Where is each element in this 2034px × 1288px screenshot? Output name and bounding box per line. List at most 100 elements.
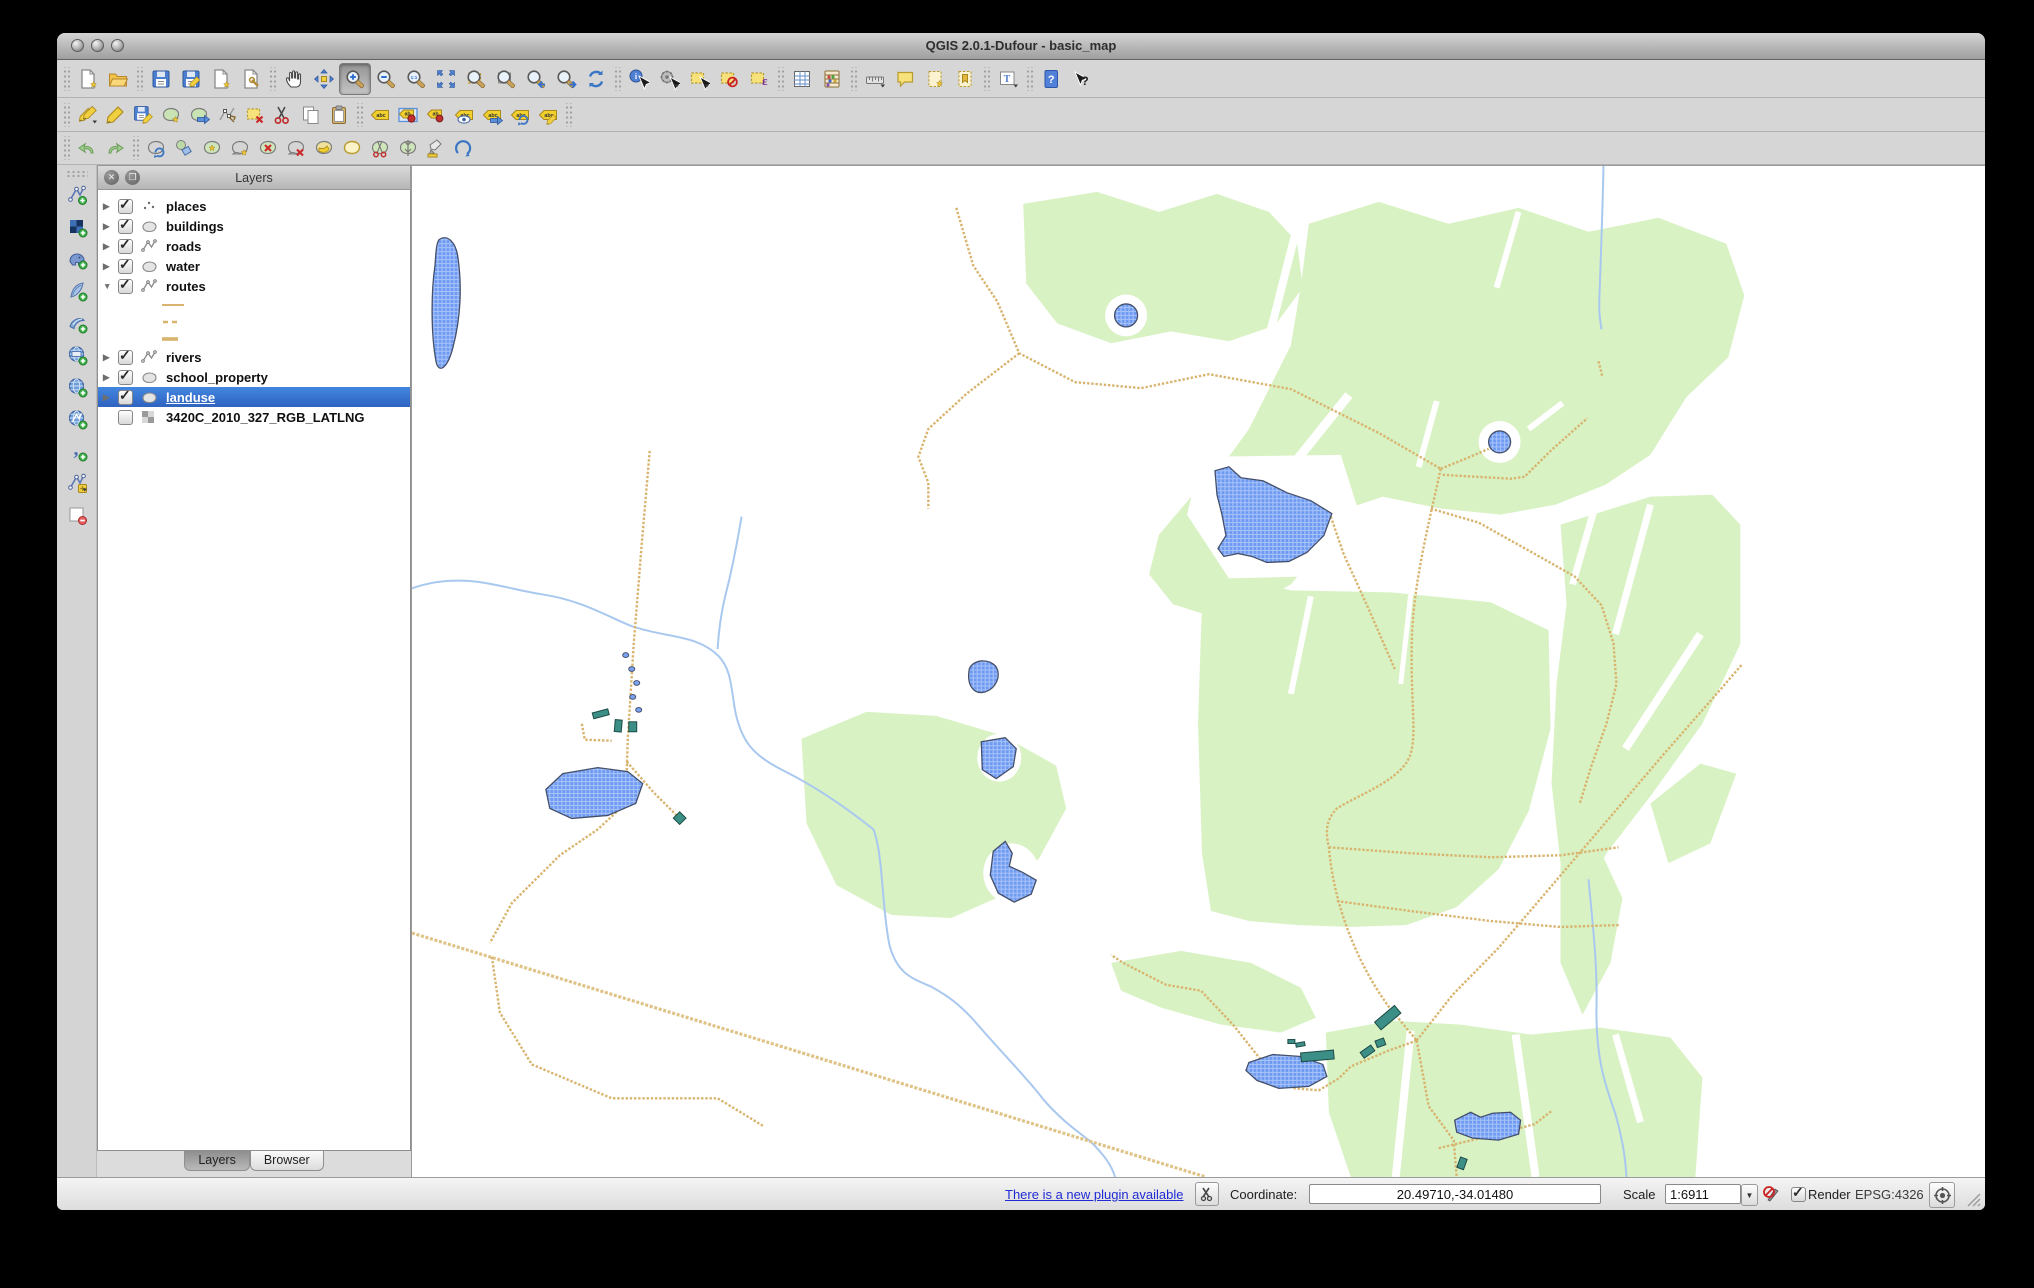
add-ring-button[interactable] <box>198 134 226 162</box>
delete-selected-button[interactable] <box>241 101 269 129</box>
redo-button[interactable] <box>101 134 129 162</box>
add-raster-layer-button[interactable] <box>62 212 92 242</box>
change-label-button[interactable]: abc <box>534 101 562 129</box>
measure-button[interactable] <box>860 64 890 94</box>
coordinate-input[interactable] <box>1309 1184 1601 1204</box>
expand-icon[interactable]: ▶ <box>103 352 114 363</box>
node-tool-button[interactable] <box>213 101 241 129</box>
add-wfs-layer-button[interactable] <box>62 404 92 434</box>
layer-visibility-checkbox[interactable] <box>118 216 133 234</box>
rotate-label-button[interactable]: abc <box>506 101 534 129</box>
zoom-selection-button[interactable] <box>461 64 491 94</box>
help-button[interactable]: ? <box>1036 64 1066 94</box>
add-oracle-layer-button[interactable] <box>62 340 92 370</box>
run-feature-action-button[interactable] <box>654 64 684 94</box>
zoom-native-button[interactable]: 1:1 <box>401 64 431 94</box>
layer-visibility-checkbox[interactable] <box>118 367 133 385</box>
add-delimited-text-layer-button[interactable]: , <box>62 436 92 466</box>
show-bookmarks-button[interactable] <box>950 64 980 94</box>
expand-icon[interactable]: ▶ <box>103 241 114 252</box>
layer-visibility-checkbox[interactable] <box>118 409 133 425</box>
map-canvas[interactable] <box>411 165 1985 1177</box>
zoom-next-button[interactable] <box>551 64 581 94</box>
text-annotation-button[interactable]: T <box>993 64 1023 94</box>
labeling-button[interactable]: abc <box>366 101 394 129</box>
layer-item-roads[interactable]: ▶ roads <box>98 236 410 256</box>
current-edits-button[interactable] <box>73 101 101 129</box>
layer-visibility-checkbox[interactable] <box>118 276 133 294</box>
scale-combo[interactable]: 1:6911 <box>1665 1184 1741 1204</box>
toolbar-handle[interactable] <box>65 170 88 177</box>
remove-layer-button[interactable] <box>62 500 92 530</box>
file-open-button[interactable] <box>103 64 133 94</box>
pan-button[interactable] <box>279 64 309 94</box>
add-spatialite-layer-button[interactable] <box>62 276 92 306</box>
simplify-feature-button[interactable] <box>170 134 198 162</box>
zoom-last-button[interactable] <box>521 64 551 94</box>
new-shapefile-layer-button[interactable] <box>62 468 92 498</box>
layer-visibility-checkbox[interactable] <box>118 256 133 274</box>
zoom-full-button[interactable] <box>431 64 461 94</box>
fill-ring-button[interactable] <box>310 134 338 162</box>
close-panel-icon[interactable]: ✕ <box>104 170 119 185</box>
toggle-editing-button[interactable] <box>101 101 129 129</box>
rotate-feature-button[interactable] <box>142 134 170 162</box>
float-panel-icon[interactable]: ❐ <box>125 170 140 185</box>
layer-item-school_property[interactable]: ▶ school_property <box>98 367 410 387</box>
layer-item-rivers[interactable]: ▶ rivers <box>98 347 410 367</box>
zoom-in-button[interactable] <box>339 62 371 95</box>
new-bookmark-button[interactable] <box>920 64 950 94</box>
composer-manager-button[interactable] <box>236 64 266 94</box>
show-hide-labels-button[interactable]: abc <box>450 101 478 129</box>
select-by-expression-button[interactable]: ε <box>744 64 774 94</box>
deselect-features-button[interactable] <box>714 64 744 94</box>
offset-curve-button[interactable] <box>450 134 478 162</box>
layer-item-places[interactable]: ▶ places <box>98 196 410 216</box>
add-postgis-layer-button[interactable] <box>62 244 92 274</box>
collapse-icon[interactable]: ▼ <box>103 281 114 291</box>
expand-icon[interactable]: ▶ <box>103 201 114 212</box>
delete-ring-button[interactable] <box>254 134 282 162</box>
layer-visibility-checkbox[interactable] <box>118 347 133 365</box>
add-vector-layer-button[interactable] <box>62 180 92 210</box>
undo-button[interactable] <box>73 134 101 162</box>
paste-features-button[interactable] <box>325 101 353 129</box>
plugin-icon[interactable] <box>1195 1182 1219 1206</box>
render-checkbox[interactable] <box>1791 1184 1806 1202</box>
rotate-point-symbols-button[interactable] <box>422 134 450 162</box>
stop-render-icon[interactable] <box>1760 1183 1782 1205</box>
select-features-button[interactable] <box>684 64 714 94</box>
whats-this-button[interactable]: ? <box>1066 64 1096 94</box>
zoom-out-button[interactable] <box>371 64 401 94</box>
new-composer-button[interactable] <box>206 64 236 94</box>
tab-browser[interactable]: Browser <box>249 1151 324 1171</box>
title-bar[interactable]: QGIS 2.0.1-Dufour - basic_map <box>57 33 1985 60</box>
add-part-button[interactable] <box>226 134 254 162</box>
zoom-layer-button[interactable] <box>491 64 521 94</box>
reshape-features-button[interactable] <box>338 134 366 162</box>
add-wms-layer-button[interactable] <box>62 372 92 402</box>
layer-item-water[interactable]: ▶ water <box>98 256 410 276</box>
tab-layers[interactable]: Layers <box>184 1151 250 1171</box>
layer-item-3420C_2010_327_RGB_LATLNG[interactable]: 3420C_2010_327_RGB_LATLNG <box>98 407 410 427</box>
file-save-button[interactable] <box>146 64 176 94</box>
copy-features-button[interactable] <box>297 101 325 129</box>
delete-part-button[interactable] <box>282 134 310 162</box>
add-feature-button[interactable] <box>157 101 185 129</box>
expand-icon[interactable]: ▶ <box>103 261 114 272</box>
close-window-button[interactable] <box>71 39 84 52</box>
layer-visibility-checkbox[interactable] <box>118 387 133 405</box>
refresh-button[interactable] <box>581 64 611 94</box>
split-parts-button[interactable] <box>394 134 422 162</box>
split-features-button[interactable] <box>366 134 394 162</box>
unpin-label-button[interactable]: ab <box>422 101 450 129</box>
file-new-button[interactable] <box>73 64 103 94</box>
layer-visibility-checkbox[interactable] <box>118 196 133 214</box>
attribute-table-button[interactable] <box>787 64 817 94</box>
add-mssql-layer-button[interactable] <box>62 308 92 338</box>
expand-icon[interactable]: ▶ <box>103 221 114 232</box>
layer-item-routes[interactable]: ▼ routes <box>98 276 410 296</box>
identify-button[interactable]: i <box>624 64 654 94</box>
pan-to-selection-button[interactable] <box>309 64 339 94</box>
expand-icon[interactable]: ▶ <box>103 372 114 383</box>
